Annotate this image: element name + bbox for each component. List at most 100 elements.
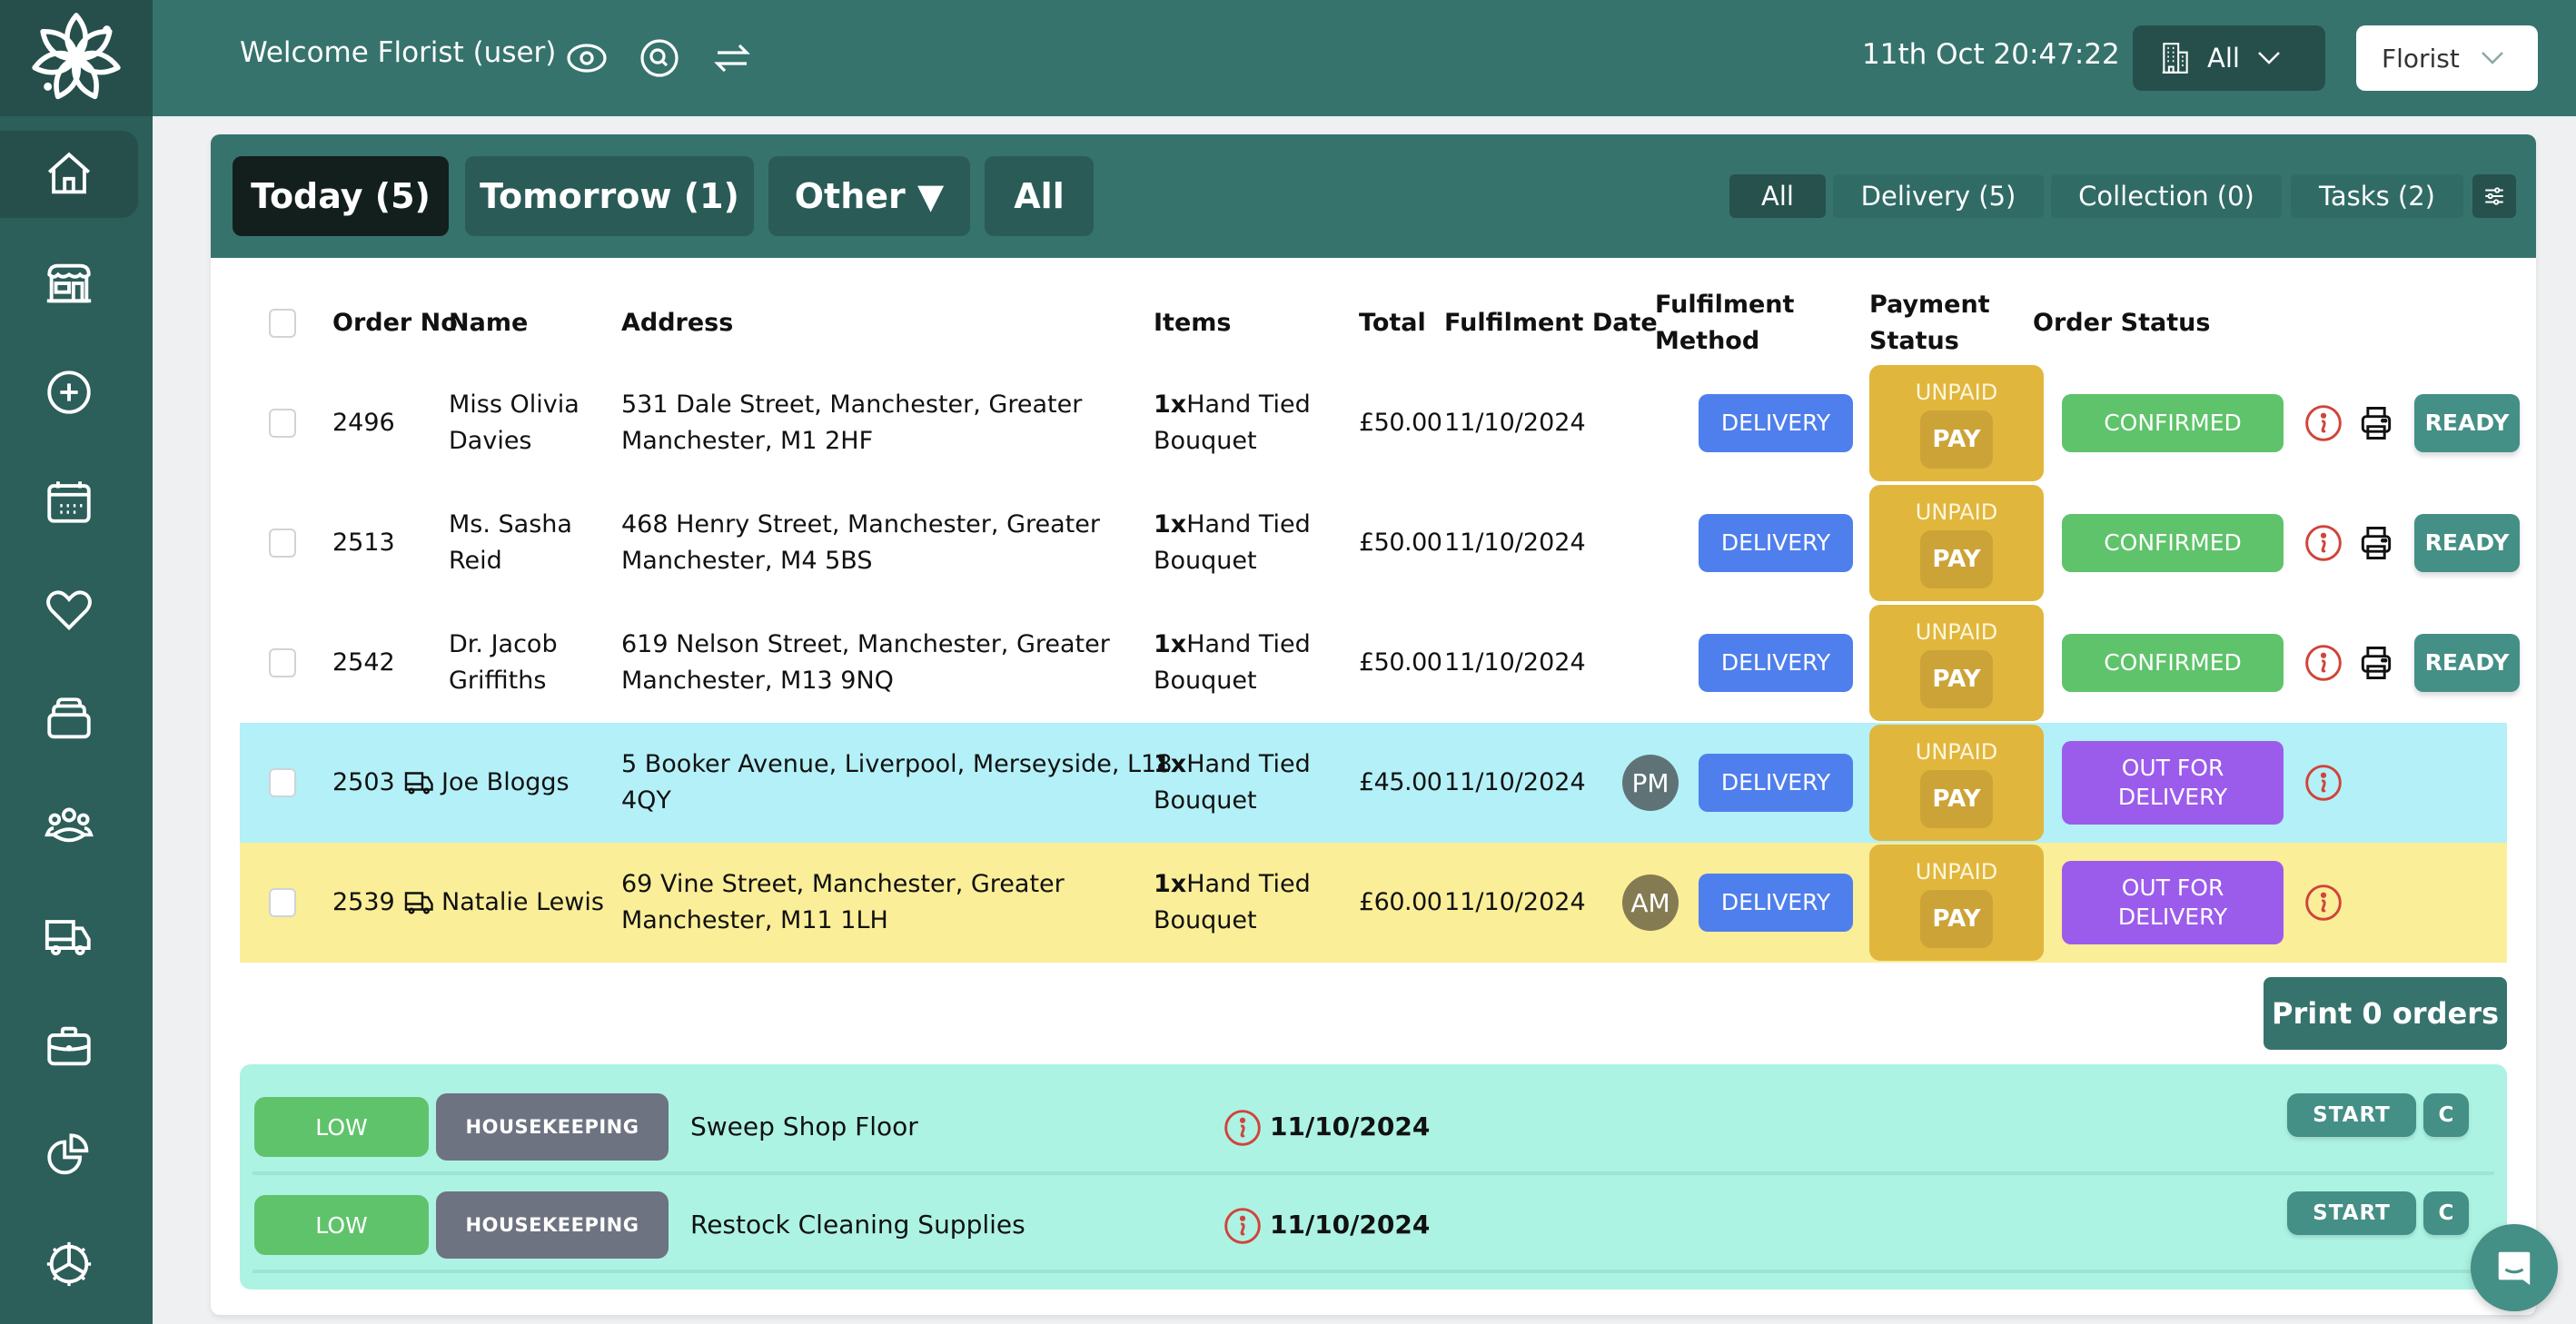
task-divider: [253, 1270, 2494, 1273]
fulfilment-method-badge[interactable]: DELIVERY: [1699, 634, 1853, 692]
pay-button[interactable]: PAY: [1920, 530, 1993, 588]
sidebar-item-new-order[interactable]: [0, 349, 138, 436]
order-status-badge[interactable]: OUT FOR DELIVERY: [2062, 741, 2284, 825]
order-status-badge[interactable]: CONFIRMED: [2062, 514, 2284, 572]
task-title: Sweep Shop Floor: [690, 1112, 918, 1141]
info-icon[interactable]: [2304, 763, 2343, 803]
order-status-badge[interactable]: CONFIRMED: [2062, 634, 2284, 692]
filter-settings-button[interactable]: [2472, 174, 2516, 218]
select-all-checkbox[interactable]: [269, 309, 296, 338]
flower-logo[interactable]: [0, 0, 153, 116]
order-status-badge[interactable]: OUT FOR DELIVERY: [2062, 861, 2284, 944]
info-icon[interactable]: [2304, 403, 2343, 443]
ready-button[interactable]: READY: [2414, 634, 2520, 692]
info-icon[interactable]: [1223, 1206, 1263, 1250]
task-row[interactable]: LOW HOUSEKEEPING Sweep Shop Floor 11/10/202…: [240, 1064, 2507, 1175]
sidebar-item-settings[interactable]: [0, 1220, 138, 1308]
order-number: 2496: [332, 409, 395, 437]
info-icon[interactable]: [2304, 523, 2343, 563]
tab-delivery[interactable]: Delivery (5): [1833, 174, 2044, 218]
sidebar: [0, 0, 153, 1324]
start-task-button[interactable]: START: [2287, 1093, 2416, 1137]
tab-today[interactable]: Today (5): [233, 156, 449, 236]
swap-icon[interactable]: [710, 36, 754, 80]
customer-name[interactable]: Miss Olivia Davies: [449, 387, 580, 459]
items: 1xHand Tied Bouquet: [1154, 630, 1311, 695]
location-select[interactable]: All: [2133, 25, 2325, 91]
role-select[interactable]: Florist: [2356, 25, 2538, 91]
fulfilment-method-badge[interactable]: DELIVERY: [1699, 754, 1853, 812]
sidebar-item-jobs[interactable]: [0, 1003, 138, 1090]
sidebar-item-calendar[interactable]: [0, 458, 138, 545]
sliders-icon: [2485, 187, 2503, 205]
printer-icon[interactable]: [2356, 643, 2396, 683]
row-checkbox[interactable]: [269, 648, 296, 677]
sidebar-item-reports[interactable]: [0, 1112, 138, 1199]
fulfilment-method-badge[interactable]: DELIVERY: [1699, 514, 1853, 572]
sidebar-item-home[interactable]: [0, 131, 138, 218]
order-row[interactable]: 2496 Miss Olivia Davies 531 Dale Street, Ma…: [240, 363, 2520, 483]
pay-button[interactable]: PAY: [1920, 410, 1993, 469]
gear-icon: [46, 1241, 92, 1287]
printer-icon[interactable]: [2356, 403, 2396, 443]
payment-status-block: UNPAID PAY: [1869, 365, 2044, 481]
pay-button[interactable]: PAY: [1920, 770, 1993, 828]
tab-all-days[interactable]: All: [985, 156, 1094, 236]
address: 5 Booker Avenue, Liverpool, Merseyside, …: [621, 750, 1173, 815]
items: 1xHand Tied Bouquet: [1154, 870, 1311, 934]
customer-name[interactable]: Ms. Sasha Reid: [449, 507, 572, 579]
sidebar-item-favourites[interactable]: [0, 567, 138, 654]
fulfilment-method-badge[interactable]: DELIVERY: [1699, 394, 1853, 452]
row-checkbox[interactable]: [269, 888, 296, 917]
fulfilment-method-badge[interactable]: DELIVERY: [1699, 874, 1853, 932]
order-row[interactable]: 2542 Dr. Jacob Griffiths 619 Nelson Street,…: [240, 603, 2520, 723]
row-checkbox[interactable]: [269, 768, 296, 797]
tab-collection[interactable]: Collection (0): [2051, 174, 2282, 218]
task-row[interactable]: LOW HOUSEKEEPING Restock Cleaning Supplies…: [240, 1162, 2507, 1273]
info-icon[interactable]: [1223, 1108, 1263, 1151]
order-row[interactable]: 2503 Joe Bloggs 5 Booker Avenue, Liverpool…: [240, 723, 2507, 843]
customer-name[interactable]: Dr. Jacob Griffiths: [449, 627, 558, 699]
order-row[interactable]: 2539 Natalie Lewis 69 Vine Street, Manches…: [240, 843, 2507, 963]
pie-chart-icon: [47, 1133, 89, 1175]
sidebar-item-deliveries[interactable]: [0, 894, 138, 981]
tab-other[interactable]: Other ▼: [768, 156, 970, 236]
pay-button[interactable]: PAY: [1920, 890, 1993, 948]
customer-name[interactable]: Joe Bloggs: [441, 765, 570, 801]
search-icon[interactable]: [638, 36, 681, 80]
ready-button[interactable]: READY: [2414, 514, 2520, 572]
category-badge: HOUSEKEEPING: [436, 1093, 669, 1161]
order-number: 2503: [332, 768, 395, 796]
row-checkbox[interactable]: [269, 529, 296, 558]
pay-button[interactable]: PAY: [1920, 650, 1993, 708]
header-order-status: Order Status: [2033, 309, 2211, 337]
complete-task-button[interactable]: C: [2423, 1093, 2469, 1137]
role-select-value: Florist: [2382, 43, 2460, 74]
order-row[interactable]: 2513 Ms. Sasha Reid 468 Henry Street, Manch…: [240, 483, 2520, 603]
start-task-button[interactable]: START: [2287, 1191, 2416, 1235]
current-datetime: 11th Oct 20:47:22: [1862, 38, 2120, 71]
ready-button[interactable]: READY: [2414, 394, 2520, 452]
printer-icon[interactable]: [2356, 523, 2396, 563]
filter-tabbar: Today (5) Tomorrow (1) Other ▼ All All D…: [211, 134, 2536, 258]
fulfilment-date: 11/10/2024: [1444, 529, 1586, 557]
order-status-badge[interactable]: CONFIRMED: [2062, 394, 2284, 452]
items: 1xHand Tied Bouquet: [1154, 750, 1311, 815]
sidebar-item-shop[interactable]: [0, 240, 138, 327]
order-number: 2513: [332, 529, 395, 557]
info-icon[interactable]: [2304, 883, 2343, 923]
flower-logo-icon: [32, 13, 121, 100]
payment-status-text: UNPAID: [1915, 619, 1998, 645]
chat-button[interactable]: [2471, 1224, 2558, 1311]
eye-icon[interactable]: [565, 36, 609, 80]
tab-type-all[interactable]: All: [1729, 174, 1826, 218]
info-icon[interactable]: [2304, 643, 2343, 683]
tab-tomorrow[interactable]: Tomorrow (1): [465, 156, 754, 236]
print-orders-button[interactable]: Print 0 orders: [2264, 977, 2507, 1050]
sidebar-item-inventory[interactable]: [0, 676, 138, 763]
tab-tasks[interactable]: Tasks (2): [2291, 174, 2463, 218]
sidebar-item-customers[interactable]: [0, 785, 138, 872]
row-checkbox[interactable]: [269, 409, 296, 438]
complete-task-button[interactable]: C: [2423, 1191, 2469, 1235]
customer-name[interactable]: Natalie Lewis: [441, 884, 604, 921]
